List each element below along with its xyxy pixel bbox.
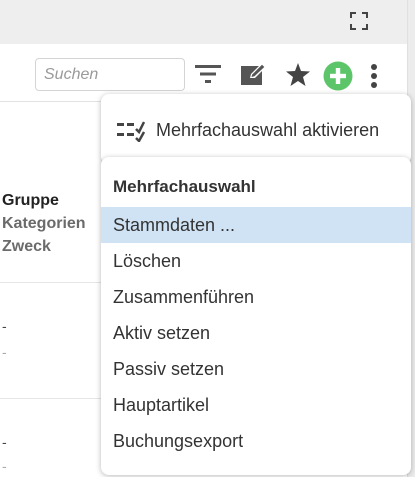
expand-icon[interactable] <box>350 12 368 30</box>
menu-item-main-article[interactable]: Hauptartikel <box>101 387 411 423</box>
menu-item-set-passive[interactable]: Passiv setzen <box>101 351 411 387</box>
table-cell: - <box>2 344 7 360</box>
multi-select-popup: Mehrfachauswahl aktivieren <box>101 94 411 164</box>
menu-heading: Mehrfachauswahl <box>113 177 256 196</box>
menu-item-booking-export[interactable]: Buchungsexport <box>101 423 411 459</box>
filter-icon[interactable] <box>195 64 221 84</box>
menu-item-merge[interactable]: Zusammenführen <box>101 279 411 315</box>
table-cell: - <box>2 458 7 474</box>
column-header-group: Gruppe <box>2 192 59 209</box>
row-divider <box>0 282 101 283</box>
row-divider <box>0 398 101 399</box>
column-header-categories: Kategorien <box>2 215 86 232</box>
column-header-purpose: Zweck <box>2 238 51 255</box>
menu-item-delete[interactable]: Löschen <box>101 243 411 279</box>
multi-select-menu: Mehrfachauswahl Stammdaten ... Löschen Z… <box>101 157 411 475</box>
add-circle-icon[interactable] <box>323 61 353 91</box>
menu-item-master-data[interactable]: Stammdaten ... <box>101 207 411 243</box>
table-cell: - <box>2 434 7 450</box>
activate-multi-select-label: Mehrfachauswahl aktivieren <box>156 120 380 140</box>
edit-icon[interactable] <box>241 63 266 85</box>
activate-multi-select-button[interactable]: Mehrfachauswahl aktivieren <box>101 112 411 150</box>
more-vertical-icon[interactable] <box>370 63 378 89</box>
table-cell: - <box>2 318 7 334</box>
search-input[interactable] <box>35 58 185 91</box>
title-bar <box>0 0 415 44</box>
star-icon[interactable] <box>286 63 310 86</box>
multi-select-icon <box>117 121 145 142</box>
data-table: Gruppe Kategorien Zweck - - - - <box>0 102 101 477</box>
menu-item-set-active[interactable]: Aktiv setzen <box>101 315 411 351</box>
column-header[interactable]: Gruppe Kategorien Zweck <box>2 189 86 258</box>
